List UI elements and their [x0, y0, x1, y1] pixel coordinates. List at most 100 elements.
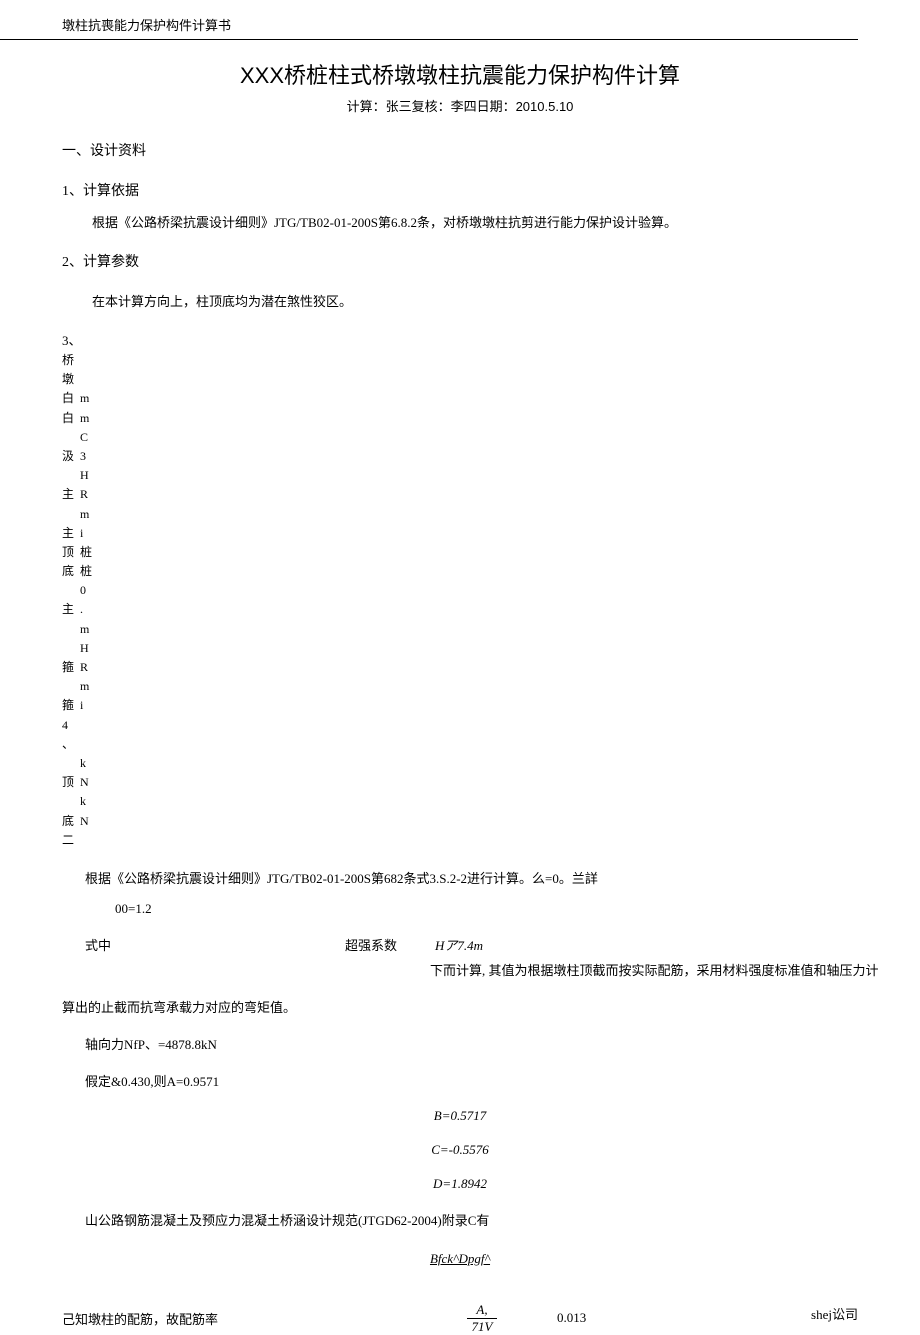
reinforcement-ratio-row: 己知墩柱的配筋，故配筋率 A, 71V 0.013: [62, 1302, 920, 1335]
fraction-result: 0.013: [557, 1310, 586, 1326]
section-heading-1: 一、设计资料: [62, 140, 920, 160]
body-paragraph: 山公路钢筋混凝土及预应力混凝土桥涵设计规范(JTGD62-2004)附录C有: [85, 1210, 920, 1229]
param-cell: C: [80, 428, 100, 447]
param-cell: 二: [62, 831, 80, 850]
param-cell: [80, 716, 100, 735]
param-row: m: [62, 505, 920, 524]
param-row: 桥墩: [62, 351, 920, 389]
axial-force: 轴向力NfP、=4878.8kN: [85, 1037, 217, 1052]
param-cell: k: [80, 754, 100, 773]
param-row: 底N: [62, 812, 920, 831]
param-row: 主.: [62, 600, 920, 619]
param-cell: m: [80, 505, 100, 524]
param-cell: .: [80, 600, 100, 619]
param-cell: [80, 735, 100, 754]
param-row: H: [62, 639, 920, 658]
param-cell: 、: [62, 735, 80, 754]
param-cell: 箍: [62, 658, 80, 677]
param-cell: [62, 754, 80, 773]
formula-value: Hア7.4m: [435, 935, 483, 954]
param-row: 二: [62, 831, 920, 850]
equation-b: B=0.5717: [0, 1108, 920, 1124]
param-cell: m: [80, 409, 100, 428]
param-row: 白m: [62, 409, 920, 428]
param-row: m: [62, 620, 920, 639]
param-cell: 箍: [62, 696, 80, 715]
frac-label: 己知墩柱的配筋，故配筋率: [62, 1309, 467, 1328]
header-text: 墩柱抗喪能力保护构件计算书: [62, 18, 231, 33]
fraction: A, 71V: [467, 1302, 497, 1335]
param-cell: m: [80, 620, 100, 639]
param-cell: [62, 620, 80, 639]
param-cell: [62, 466, 80, 485]
header-bar: 墩柱抗喪能力保护构件计算书: [0, 0, 858, 40]
fraction-numerator: A,: [476, 1302, 487, 1318]
param-cell: [80, 351, 100, 389]
param-row: 主R: [62, 485, 920, 504]
param-cell: i: [80, 696, 100, 715]
formula-row: 式中 超强系数 Hア7.4m: [85, 935, 920, 954]
param-row: k: [62, 792, 920, 811]
subsection-1-2: 2、计算参数: [62, 251, 920, 271]
param-cell: N: [80, 812, 100, 831]
equation-c: C=-0.5576: [0, 1142, 920, 1158]
param-cell: 白: [62, 409, 80, 428]
formula-label: 超强系数: [345, 935, 435, 954]
param-cell: 桩: [80, 543, 100, 562]
param-cell: k: [80, 792, 100, 811]
param-row: 、: [62, 735, 920, 754]
param-cell: 顶: [62, 773, 80, 792]
fraction-denominator: 71V: [472, 1319, 493, 1335]
param-cell: 白: [62, 389, 80, 408]
body-paragraph: 轴向力NfP、=4878.8kN: [85, 1034, 920, 1053]
param-cell: 0: [80, 581, 100, 600]
param-cell: 主: [62, 524, 80, 543]
param-cell: [80, 831, 100, 850]
param-cell: [62, 677, 80, 696]
body-paragraph: 根据《公路桥梁抗震设计细则》JTG/TB02-01-200S第682条式3.S.…: [85, 868, 920, 887]
equation-main: Bfck^Dpgf^: [0, 1251, 920, 1267]
param-cell: R: [80, 658, 100, 677]
subsection-1-3: 3、: [62, 330, 920, 349]
page-title: XXX桥桩柱式桥墩墩柱抗震能力保护构件计算: [0, 58, 920, 90]
body-paragraph: 假定&0.430,则A=0.9571: [85, 1071, 920, 1090]
param-row: 4: [62, 716, 920, 735]
param-cell: 底: [62, 812, 80, 831]
param-cell: [62, 639, 80, 658]
param-cell: N: [80, 773, 100, 792]
param-cell: [62, 505, 80, 524]
param-row: 箍R: [62, 658, 920, 677]
param-cell: 底: [62, 562, 80, 581]
param-cell: 顶: [62, 543, 80, 562]
param-cell: m: [80, 677, 100, 696]
body-paragraph: 00=1.2: [115, 901, 920, 917]
param-row: 白m: [62, 389, 920, 408]
param-cell: H: [80, 466, 100, 485]
body-paragraph: 算出的止截而抗弯承载力对应的弯矩值。: [62, 997, 920, 1016]
param-row: 0: [62, 581, 920, 600]
param-cell: 3: [80, 447, 100, 466]
param-row: 顶桩: [62, 543, 920, 562]
subsection-1-2-text: 在本计算方向上，柱顶底均为潜在煞性狡区。: [92, 291, 920, 310]
param-cell: [62, 792, 80, 811]
param-row: m: [62, 677, 920, 696]
param-table: 桥墩 白m 白m C 汲3 H 主R m 主i 顶桩 底桩 0 主. m H 箍…: [62, 351, 920, 850]
param-cell: 4: [62, 716, 80, 735]
param-cell: m: [80, 389, 100, 408]
param-row: C: [62, 428, 920, 447]
formula-desc: 下而计算, 其值为根据墩柱顶截而按实际配筋，采用材料强度标准值和轴压力计: [430, 960, 920, 979]
param-row: 底桩: [62, 562, 920, 581]
param-row: 顶N: [62, 773, 920, 792]
param-cell: i: [80, 524, 100, 543]
param-cell: [62, 428, 80, 447]
param-row: 箍i: [62, 696, 920, 715]
param-row: k: [62, 754, 920, 773]
param-cell: [62, 581, 80, 600]
page-subtitle: 计算：张三复核：李四日期：2010.5.10: [0, 96, 920, 115]
param-row: 主i: [62, 524, 920, 543]
param-row: H: [62, 466, 920, 485]
subsection-1-1-text: 根据《公路桥梁抗震设计细则》JTG/TB02-01-200S第6.8.2条，对桥…: [92, 212, 920, 231]
param-cell: 桥墩: [62, 351, 80, 389]
param-cell: 汲: [62, 447, 80, 466]
param-cell: 主: [62, 485, 80, 504]
